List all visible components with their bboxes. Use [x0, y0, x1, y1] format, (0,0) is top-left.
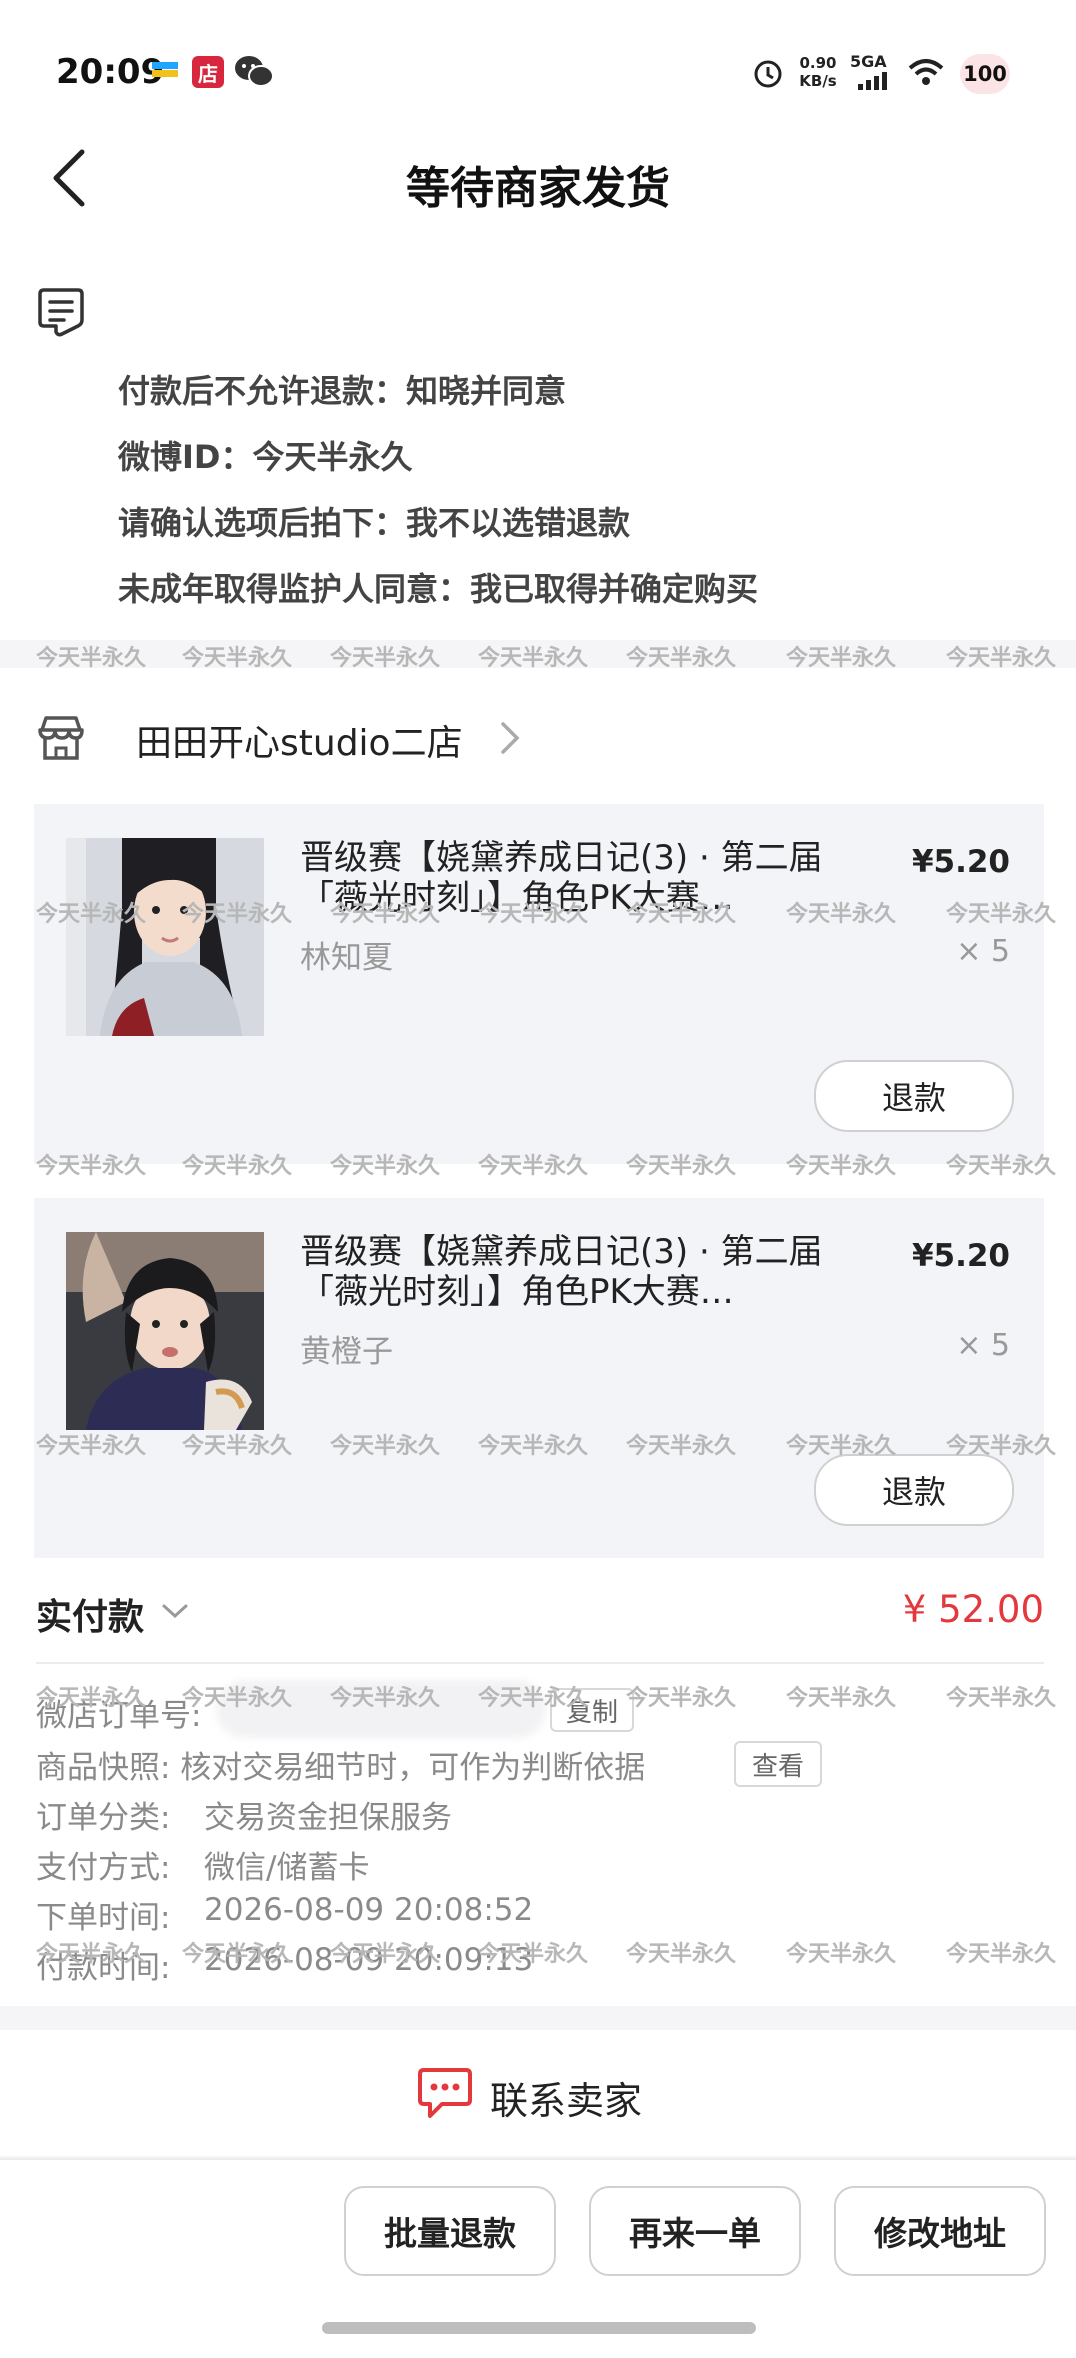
refund-button[interactable]: 退款 — [814, 1060, 1014, 1132]
status-time: 20:09 — [56, 52, 165, 92]
signal-icon — [858, 72, 887, 90]
pay-time-label: 付款时间: — [36, 1950, 171, 1986]
note-line: 未成年取得监护人同意：我已取得并确定购买 — [118, 570, 759, 608]
order-number-redacted — [216, 1680, 546, 1738]
item-variant: 黄橙子 — [300, 1334, 393, 1370]
home-indicator — [322, 2322, 756, 2334]
product-image[interactable] — [66, 1232, 264, 1430]
edit-address-button[interactable]: 修改地址 — [834, 2186, 1046, 2276]
item-variant: 林知夏 — [300, 940, 393, 976]
wifi-icon — [908, 58, 944, 88]
batch-refund-button[interactable]: 批量退款 — [344, 2186, 556, 2276]
note-icon — [36, 286, 86, 338]
shop-name[interactable]: 田田开心studio二店 — [136, 714, 463, 766]
chat-icon — [416, 2066, 474, 2120]
battery-level: 100 — [963, 62, 1007, 86]
payment-method-label: 支付方式: — [36, 1850, 171, 1886]
chevron-down-icon — [160, 1600, 190, 1622]
payment-amount: ¥ 52.00 — [902, 1588, 1044, 1631]
item-quantity: × 5 — [956, 1328, 1010, 1363]
item-quantity: × 5 — [956, 934, 1010, 969]
chevron-right-icon — [498, 720, 522, 756]
note-line: 付款后不允许退款：知晓并同意 — [118, 372, 567, 410]
snapshot-text: 商品快照: 核对交易细节时，可作为判断依据 — [36, 1750, 646, 1786]
shop-app-badge: 店 — [198, 61, 218, 86]
network-speed-value: 0.90 — [799, 54, 837, 72]
order-category-label: 订单分类: — [36, 1800, 171, 1836]
product-image[interactable] — [66, 838, 264, 1036]
alarm-icon — [752, 58, 784, 90]
reorder-button[interactable]: 再来一单 — [589, 2186, 801, 2276]
divider — [36, 1662, 1044, 1664]
payment-method-value: 微信/储蓄卡 — [204, 1850, 370, 1886]
order-time-value: 2026-08-09 20:08:52 — [204, 1892, 534, 1928]
contact-seller-label[interactable]: 联系卖家 — [490, 2070, 642, 2125]
order-time-label: 下单时间: — [36, 1900, 171, 1936]
battery-icon: 100 — [960, 54, 1010, 94]
note-line: 请确认选项后拍下：我不以选错退款 — [118, 504, 631, 542]
pay-time-value: 2026-08-09 20:09:13 — [204, 1942, 534, 1978]
item-title[interactable]: 晋级赛【娆黛养成日记(3) · 第二届「薇光时刻」】角色PK大赛… — [300, 1232, 840, 1312]
wechat-icon — [234, 54, 274, 90]
order-category-value: 交易资金担保服务 — [204, 1800, 452, 1836]
network-type: 5GA — [850, 52, 887, 71]
network-speed: 0.90 KB/s — [798, 54, 838, 90]
top-area — [0, 0, 1076, 640]
network-speed-unit: KB/s — [799, 72, 837, 90]
app-icon — [152, 62, 178, 78]
order-number-label: 微店订单号: — [36, 1698, 202, 1734]
shop-app-icon: 店 — [192, 56, 224, 88]
payment-label[interactable]: 实付款 — [36, 1588, 144, 1640]
page-title: 等待商家发货 — [406, 163, 670, 214]
item-price: ¥5.20 — [911, 1238, 1010, 1274]
refund-button[interactable]: 退款 — [814, 1454, 1014, 1526]
store-icon — [36, 714, 86, 762]
signal-indicator: 5GA — [850, 54, 900, 90]
copy-button[interactable]: 复制 — [550, 1688, 634, 1732]
item-price: ¥5.20 — [911, 844, 1010, 880]
note-line: 微博ID：今天半永久 — [118, 438, 413, 476]
item-title[interactable]: 晋级赛【娆黛养成日记(3) · 第二届「薇光时刻」】角色PK大赛… — [300, 838, 840, 918]
view-snapshot-button[interactable]: 查看 — [734, 1741, 822, 1787]
